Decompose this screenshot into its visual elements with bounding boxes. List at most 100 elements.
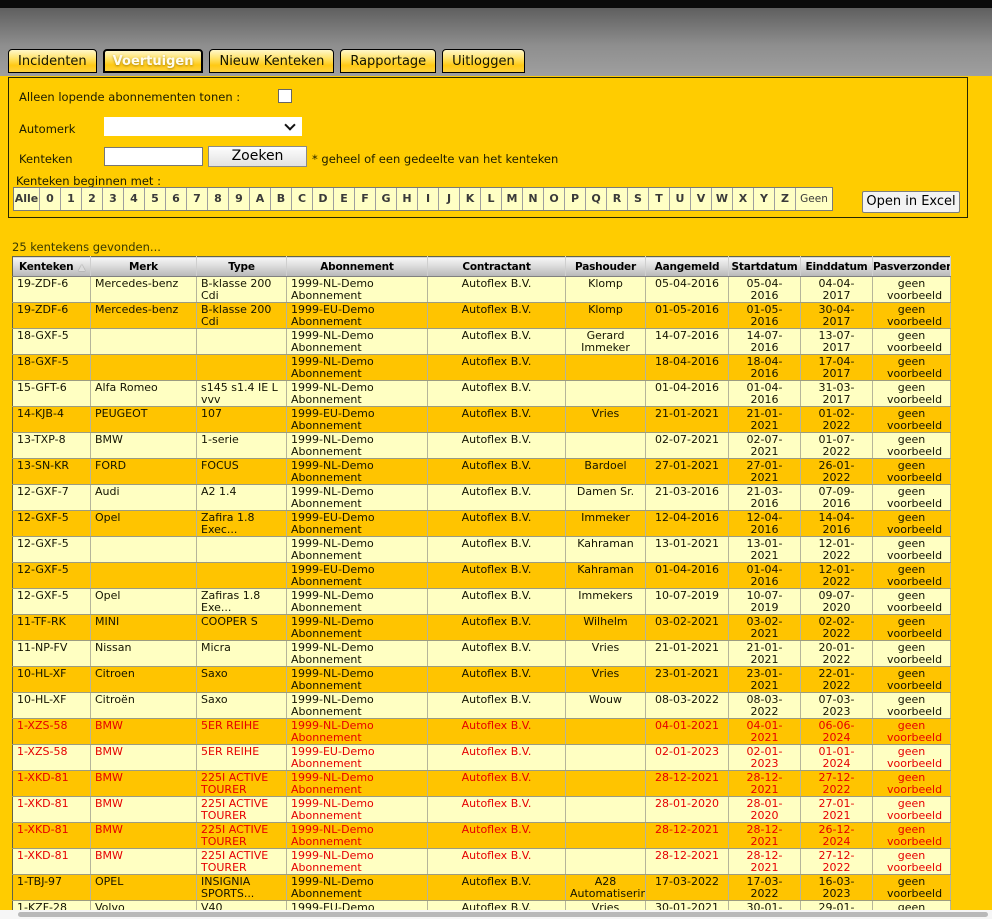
letter-filter-p[interactable]: P bbox=[565, 188, 586, 210]
cell-abonnement: 1999-NL-Demo Abonnement bbox=[287, 875, 428, 901]
cell-merk: BMW bbox=[91, 849, 197, 875]
letter-filter-o[interactable]: O bbox=[544, 188, 565, 210]
letter-filter-b[interactable]: B bbox=[271, 188, 292, 210]
vehicle-row[interactable]: 10-HL-XFCitroënSaxo1999-NL-Demo Abonneme… bbox=[13, 693, 951, 719]
vehicle-row[interactable]: 1-XKD-81BMW225I ACTIVE TOURER1999-NL-Dem… bbox=[13, 797, 951, 823]
vehicle-row[interactable]: 15-GFT-6Alfa Romeos145 s1.4 IE L vvv1999… bbox=[13, 381, 951, 407]
letter-filter-v[interactable]: V bbox=[691, 188, 712, 210]
cell-merk: Mercedes-benz bbox=[91, 277, 197, 303]
cell-einddatum: 06-06-2024 bbox=[801, 719, 873, 745]
vehicle-row[interactable]: 1-XZS-58BMW5ER REIHE1999-EU-Demo Abonnem… bbox=[13, 745, 951, 771]
cell-kenteken: 14-KJB-4 bbox=[13, 407, 91, 433]
column-header-startdatum[interactable]: Startdatum bbox=[729, 257, 801, 277]
letter-filter-w[interactable]: W bbox=[712, 188, 733, 210]
column-header-merk[interactable]: Merk bbox=[91, 257, 197, 277]
cell-pasverzonden: geen voorbeeld bbox=[873, 797, 951, 823]
tab-incidenten[interactable]: Incidenten bbox=[8, 49, 97, 73]
lopende-abonnementen-checkbox[interactable] bbox=[278, 89, 292, 103]
letter-filter-a[interactable]: A bbox=[250, 188, 271, 210]
letter-filter-alle[interactable]: Alle bbox=[14, 188, 40, 210]
letter-filter-r[interactable]: R bbox=[607, 188, 628, 210]
tab-voertuigen[interactable]: Voertuigen bbox=[103, 49, 204, 73]
automerk-select[interactable] bbox=[104, 117, 302, 136]
letter-filter-u[interactable]: U bbox=[670, 188, 691, 210]
letter-filter-l[interactable]: L bbox=[481, 188, 502, 210]
column-header-kenteken[interactable]: Kenteken▲ bbox=[13, 257, 91, 277]
letter-filter-9[interactable]: 9 bbox=[229, 188, 250, 210]
vehicle-row[interactable]: 18-GXF-51999-NL-Demo AbonnementAutoflex … bbox=[13, 355, 951, 381]
letter-filter-e[interactable]: E bbox=[334, 188, 355, 210]
cell-abonnement: 1999-EU-Demo Abonnement bbox=[287, 407, 428, 433]
cell-einddatum: 01-07-2022 bbox=[801, 433, 873, 459]
vehicle-row[interactable]: 1-XKD-81BMW225I ACTIVE TOURER1999-NL-Dem… bbox=[13, 849, 951, 875]
column-header-contractant[interactable]: Contractant bbox=[428, 257, 566, 277]
vehicle-row[interactable]: 10-HL-XFCitroenSaxo1999-NL-Demo Abonneme… bbox=[13, 667, 951, 693]
vehicle-row[interactable]: 13-SN-KRFORDFOCUS1999-NL-Demo Abonnement… bbox=[13, 459, 951, 485]
letter-filter-5[interactable]: 5 bbox=[145, 188, 166, 210]
vehicle-row[interactable]: 19-ZDF-6Mercedes-benzB-klasse 200 Cdi199… bbox=[13, 303, 951, 329]
vehicle-row[interactable]: 1-TBJ-97OPELINSIGNIA SPORTS...1999-NL-De… bbox=[13, 875, 951, 901]
vehicle-row[interactable]: 12-GXF-7AudiA2 1.41999-NL-Demo Abonnemen… bbox=[13, 485, 951, 511]
cell-merk: BMW bbox=[91, 745, 197, 771]
vehicle-row[interactable]: 1-XZS-58BMW5ER REIHE1999-NL-Demo Abonnem… bbox=[13, 719, 951, 745]
letter-filter-f[interactable]: F bbox=[355, 188, 376, 210]
results-table: Kenteken▲MerkTypeAbonnementContractantPa… bbox=[12, 256, 951, 919]
column-header-pasverzonden[interactable]: Pasverzonden bbox=[873, 257, 951, 277]
letter-filter-1[interactable]: 1 bbox=[61, 188, 82, 210]
scrollbar-thumb[interactable] bbox=[18, 912, 988, 917]
vehicle-row[interactable]: 13-TXP-8BMW1-serie1999-NL-Demo Abonnemen… bbox=[13, 433, 951, 459]
vehicle-row[interactable]: 11-TF-RKMINICOOPER S1999-NL-Demo Abonnem… bbox=[13, 615, 951, 641]
vehicle-row[interactable]: 1-XKD-81BMW225I ACTIVE TOURER1999-NL-Dem… bbox=[13, 823, 951, 849]
cell-aangemeld: 12-04-2016 bbox=[646, 511, 729, 537]
cell-aangemeld: 02-07-2021 bbox=[646, 433, 729, 459]
letter-filter-y[interactable]: Y bbox=[754, 188, 775, 210]
letter-filter-4[interactable]: 4 bbox=[124, 188, 145, 210]
letter-filter-geen[interactable]: Geen bbox=[796, 188, 832, 210]
open-in-excel-button[interactable]: Open in Excel bbox=[862, 191, 960, 213]
tab-uitloggen[interactable]: Uitloggen bbox=[442, 49, 525, 73]
letter-filter-k[interactable]: K bbox=[460, 188, 481, 210]
cell-aangemeld: 02-01-2023 bbox=[646, 745, 729, 771]
column-header-type[interactable]: Type bbox=[197, 257, 287, 277]
letter-filter-2[interactable]: 2 bbox=[82, 188, 103, 210]
letter-filter-t[interactable]: T bbox=[649, 188, 670, 210]
horizontal-scrollbar[interactable] bbox=[0, 910, 992, 919]
letter-filter-0[interactable]: 0 bbox=[40, 188, 61, 210]
cell-abonnement: 1999-NL-Demo Abonnement bbox=[287, 771, 428, 797]
cell-pashouder: Damen Sr. bbox=[566, 485, 646, 511]
zoeken-button[interactable]: Zoeken bbox=[208, 146, 307, 167]
letter-filter-g[interactable]: G bbox=[376, 188, 397, 210]
letter-filter-c[interactable]: C bbox=[292, 188, 313, 210]
letter-filter-q[interactable]: Q bbox=[586, 188, 607, 210]
vehicle-row[interactable]: 12-GXF-51999-NL-Demo AbonnementAutoflex … bbox=[13, 537, 951, 563]
letter-filter-d[interactable]: D bbox=[313, 188, 334, 210]
cell-abonnement: 1999-NL-Demo Abonnement bbox=[287, 277, 428, 303]
letter-filter-h[interactable]: H bbox=[397, 188, 418, 210]
vehicle-row[interactable]: 12-GXF-5OpelZafira 1.8 Exec...1999-EU-De… bbox=[13, 511, 951, 537]
vehicle-row[interactable]: 11-NP-FVNissanMicra1999-NL-Demo Abonneme… bbox=[13, 641, 951, 667]
letter-filter-8[interactable]: 8 bbox=[208, 188, 229, 210]
column-header-einddatum[interactable]: Einddatum bbox=[801, 257, 873, 277]
column-header-abonnement[interactable]: Abonnement bbox=[287, 257, 428, 277]
vehicle-row[interactable]: 18-GXF-51999-NL-Demo AbonnementAutoflex … bbox=[13, 329, 951, 355]
letter-filter-s[interactable]: S bbox=[628, 188, 649, 210]
tab-nieuw-kenteken[interactable]: Nieuw Kenteken bbox=[209, 49, 334, 73]
letter-filter-7[interactable]: 7 bbox=[187, 188, 208, 210]
kenteken-input[interactable] bbox=[104, 147, 203, 166]
column-header-pashouder[interactable]: Pashouder bbox=[566, 257, 646, 277]
letter-filter-6[interactable]: 6 bbox=[166, 188, 187, 210]
column-header-aangemeld[interactable]: Aangemeld bbox=[646, 257, 729, 277]
vehicle-row[interactable]: 14-KJB-4PEUGEOT1071999-EU-Demo Abonnemen… bbox=[13, 407, 951, 433]
letter-filter-x[interactable]: X bbox=[733, 188, 754, 210]
vehicle-row[interactable]: 19-ZDF-6Mercedes-benzB-klasse 200 Cdi199… bbox=[13, 277, 951, 303]
letter-filter-z[interactable]: Z bbox=[775, 188, 796, 210]
vehicle-row[interactable]: 12-GXF-51999-EU-Demo AbonnementAutoflex … bbox=[13, 563, 951, 589]
letter-filter-n[interactable]: N bbox=[523, 188, 544, 210]
tab-rapportage[interactable]: Rapportage bbox=[340, 49, 436, 73]
letter-filter-m[interactable]: M bbox=[502, 188, 523, 210]
letter-filter-3[interactable]: 3 bbox=[103, 188, 124, 210]
letter-filter-i[interactable]: I bbox=[418, 188, 439, 210]
vehicle-row[interactable]: 1-XKD-81BMW225I ACTIVE TOURER1999-NL-Dem… bbox=[13, 771, 951, 797]
letter-filter-j[interactable]: J bbox=[439, 188, 460, 210]
vehicle-row[interactable]: 12-GXF-5OpelZafiras 1.8 Exe...1999-NL-De… bbox=[13, 589, 951, 615]
